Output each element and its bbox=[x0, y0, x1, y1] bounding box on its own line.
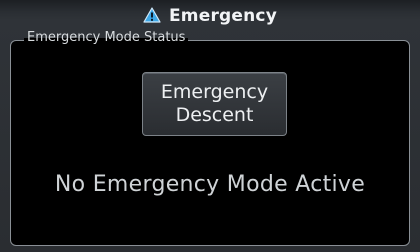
title-bar: Emergency bbox=[0, 0, 420, 32]
page-title: Emergency bbox=[168, 6, 277, 26]
emergency-screen: Emergency Emergency Mode Status Emergenc… bbox=[0, 0, 420, 252]
emergency-descent-button[interactable]: Emergency Descent bbox=[142, 72, 287, 136]
emergency-descent-button-label: Emergency Descent bbox=[160, 81, 269, 126]
emergency-mode-status-panel bbox=[10, 40, 410, 246]
panel-label: Emergency Mode Status bbox=[24, 30, 189, 46]
warning-triangle-icon bbox=[143, 7, 161, 23]
status-message: No Emergency Mode Active bbox=[54, 172, 366, 197]
